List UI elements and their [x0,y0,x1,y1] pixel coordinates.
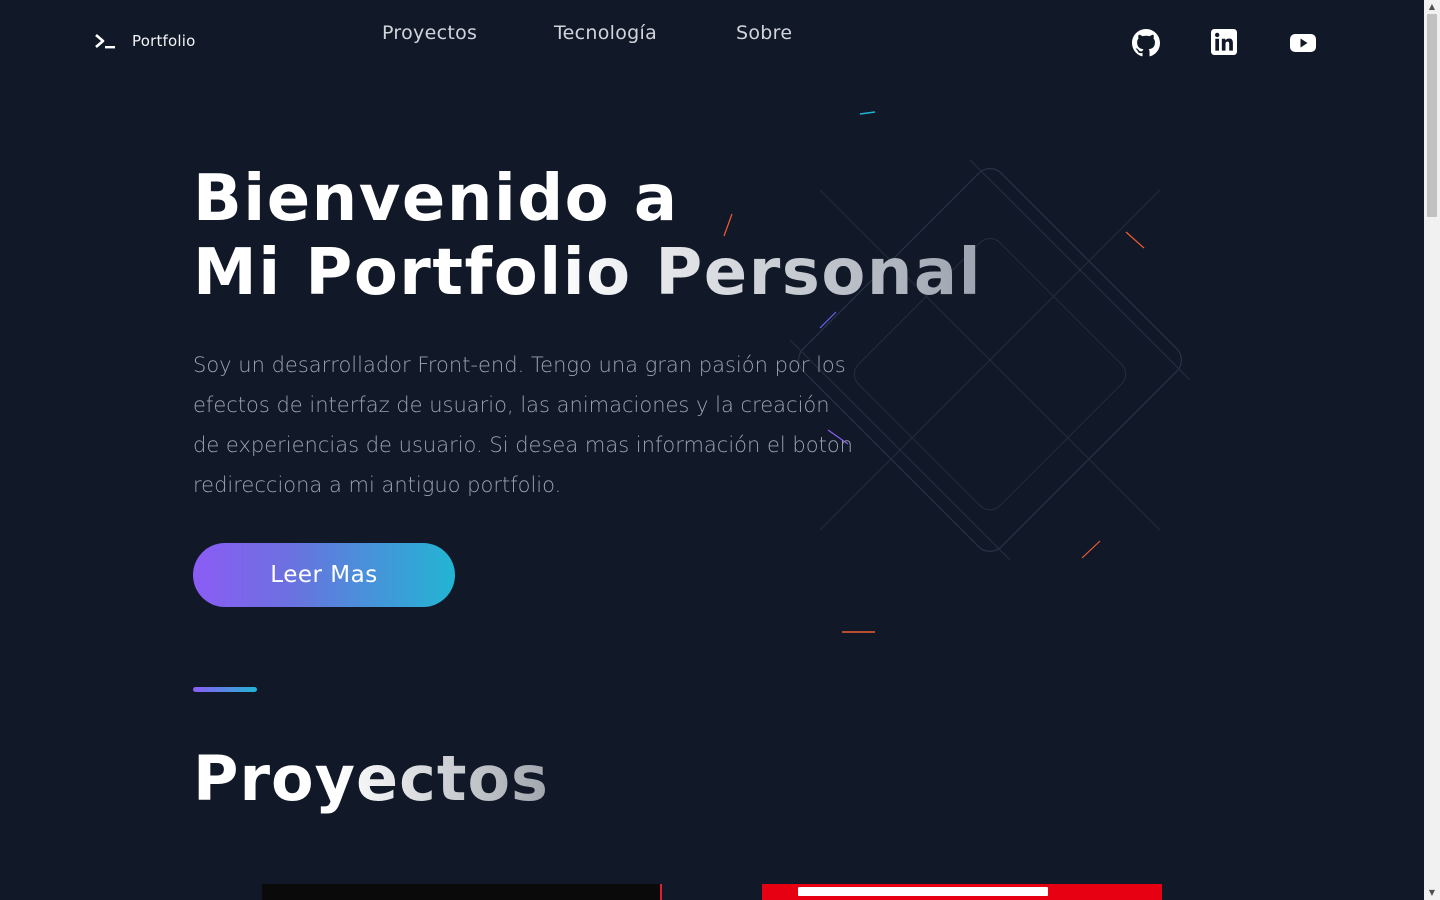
scrollbar[interactable]: ▲ ▼ [1424,0,1440,900]
hero-title-line1: Bienvenido a [193,162,679,236]
youtube-icon[interactable] [1289,29,1317,57]
project-card-2[interactable] [762,884,1162,900]
leer-mas-button[interactable]: Leer Mas [193,543,455,607]
navbar: Portfolio Proyectos Tecnología Sobre [0,0,1424,88]
project-card-1[interactable] [262,884,662,900]
nav-link-proyectos[interactable]: Proyectos [382,22,477,44]
linkedin-icon[interactable] [1211,29,1239,57]
scroll-up-arrow-icon[interactable]: ▲ [1424,0,1440,14]
brand-logo[interactable]: Portfolio [94,32,196,50]
hero-title-line2: Mi Portfolio Personal [193,236,982,310]
hero-description: Soy un desarrollador Front-end. Tengo un… [193,353,853,497]
projects-section-title: Proyectos [193,742,549,815]
scroll-down-arrow-icon[interactable]: ▼ [1424,886,1440,900]
nav-link-tecnologia[interactable]: Tecnología [554,22,657,44]
brand-label: Portfolio [132,32,196,50]
section-divider [193,687,257,692]
hero-title: Bienvenido a Mi Portfolio Personal [193,162,982,310]
project-card-2-preview [798,887,1048,896]
scrollbar-thumb[interactable] [1427,14,1437,217]
terminal-prompt-icon [94,33,116,49]
nav-link-sobre[interactable]: Sobre [736,22,792,44]
github-icon[interactable] [1132,29,1160,57]
